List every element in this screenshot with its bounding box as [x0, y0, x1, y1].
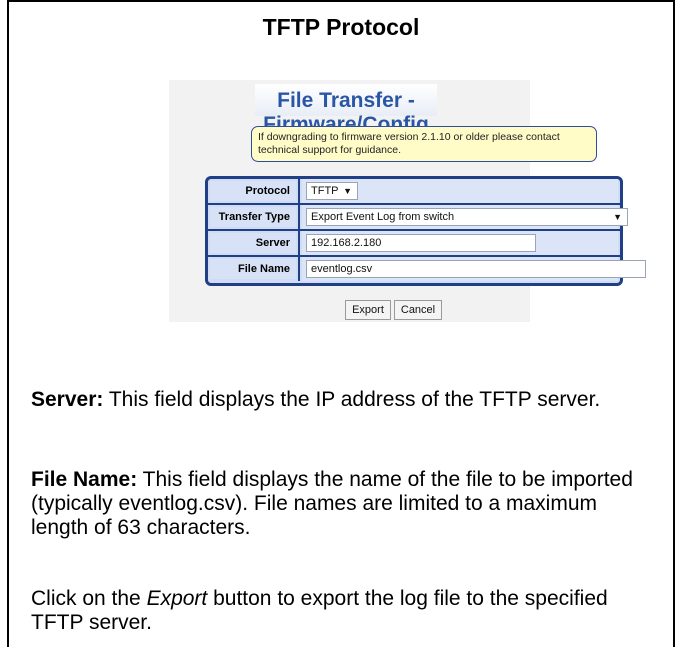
- row-transfer-type: Transfer Type Export Event Log from swit…: [208, 205, 628, 229]
- file-name-value: eventlog.csv: [311, 263, 373, 275]
- row-file-name: File Name eventlog.csv: [208, 257, 646, 281]
- column-divider: [298, 205, 300, 229]
- column-divider: [298, 231, 300, 255]
- server-description: Server: This field displays the IP addre…: [31, 388, 651, 412]
- column-divider: [298, 257, 300, 281]
- file-name-term: File Name:: [31, 468, 138, 491]
- column-divider: [298, 179, 300, 203]
- downgrade-notice: If downgrading to firmware version 2.1.1…: [251, 126, 597, 162]
- transfer-type-cell: Export Event Log from switch ▼: [302, 205, 628, 229]
- row-server: Server 192.168.2.180: [208, 231, 620, 255]
- file-name-label: File Name: [210, 259, 296, 279]
- server-text: This field displays the IP address of th…: [103, 388, 601, 411]
- protocol-label: Protocol: [210, 181, 296, 201]
- file-name-cell: eventlog.csv: [302, 257, 646, 281]
- transfer-form: Protocol TFTP ▼ Transfer Type Export Eve…: [205, 176, 646, 286]
- file-name-input[interactable]: eventlog.csv: [306, 260, 646, 278]
- protocol-value: TFTP: [311, 185, 339, 197]
- cancel-button[interactable]: Cancel: [394, 300, 442, 320]
- protocol-cell: TFTP ▼: [302, 179, 618, 203]
- export-instruction: Click on the Export button to export the…: [31, 587, 651, 635]
- document-frame: TFTP Protocol File Transfer - Firmware/C…: [7, 0, 675, 647]
- server-cell: 192.168.2.180: [302, 231, 618, 255]
- file-name-description: File Name: This field displays the name …: [31, 468, 651, 540]
- server-value: 192.168.2.180: [311, 237, 382, 249]
- panel-title: File Transfer - Firmware/Config: [255, 84, 437, 136]
- instruction-export-term: Export: [146, 587, 208, 610]
- transfer-type-select[interactable]: Export Event Log from switch ▼: [306, 208, 628, 226]
- file-transfer-screenshot: File Transfer - Firmware/Config If downg…: [169, 80, 646, 322]
- chevron-down-icon: ▼: [613, 212, 622, 222]
- chevron-down-icon: ▼: [343, 186, 352, 196]
- transfer-type-label: Transfer Type: [210, 207, 296, 227]
- row-protocol: Protocol TFTP ▼: [208, 179, 620, 203]
- protocol-select[interactable]: TFTP ▼: [306, 182, 358, 200]
- export-button[interactable]: Export: [345, 300, 391, 320]
- server-term: Server:: [31, 388, 104, 411]
- page-title: TFTP Protocol: [262, 14, 420, 40]
- instruction-pre: Click on the: [31, 587, 147, 610]
- server-input[interactable]: 192.168.2.180: [306, 234, 536, 252]
- server-label: Server: [210, 233, 296, 253]
- transfer-type-value: Export Event Log from switch: [311, 211, 455, 223]
